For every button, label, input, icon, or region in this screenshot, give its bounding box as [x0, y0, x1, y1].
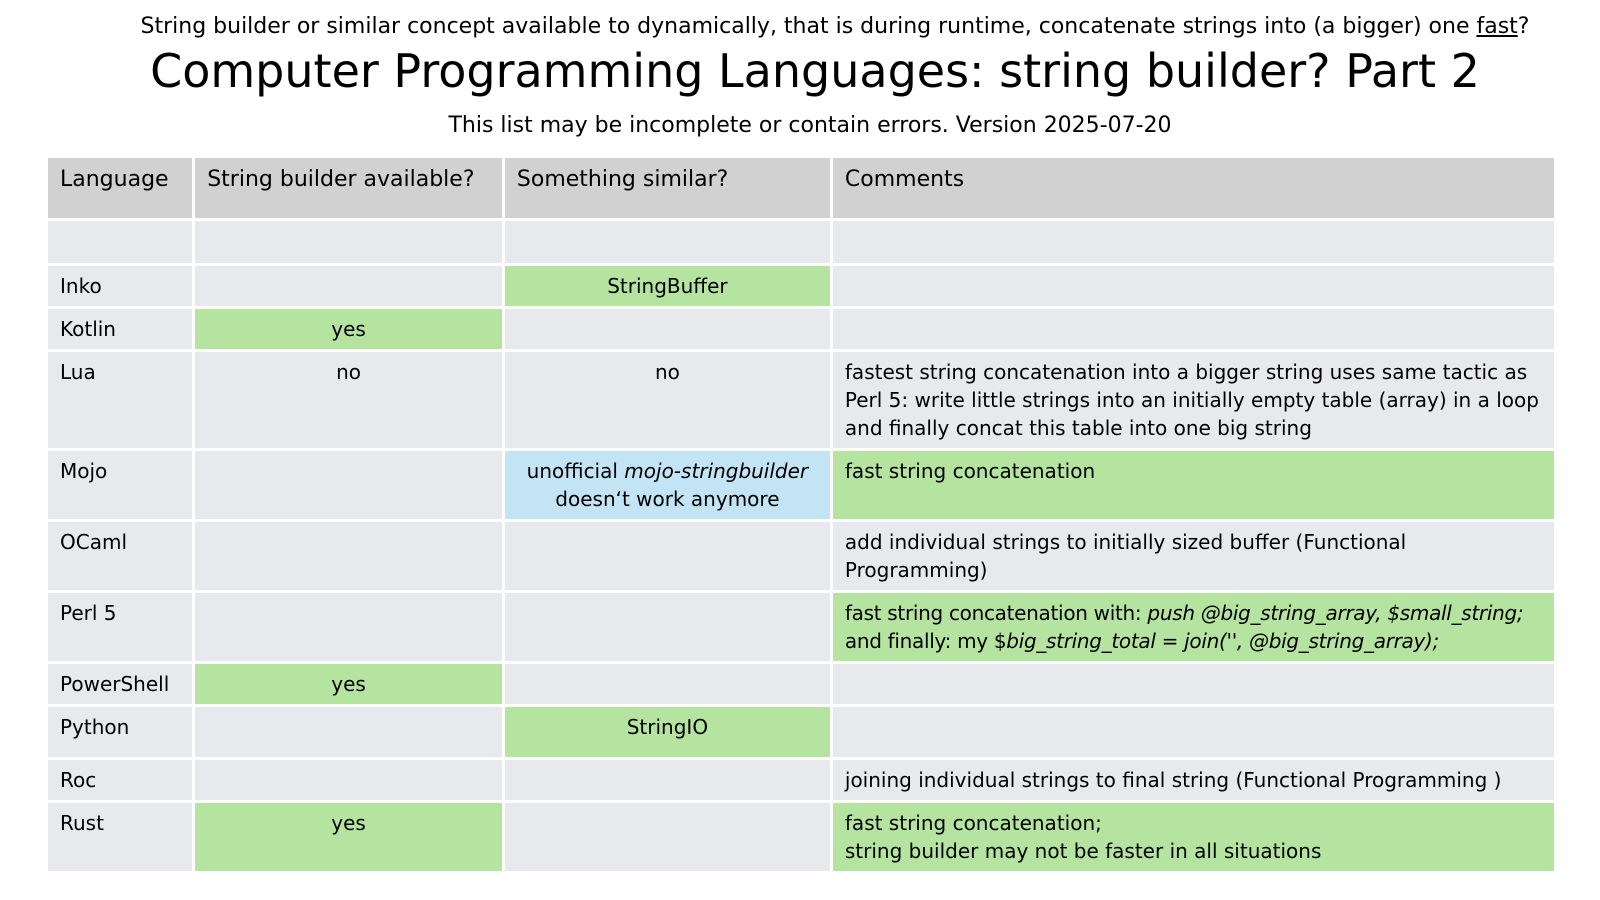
- cell-similar: no: [504, 352, 830, 448]
- table-header-row: Language String builder available? Somet…: [48, 158, 1554, 218]
- cell-similar: unofficial mojo-stringbuilder doesn‘t wor…: [504, 451, 830, 519]
- cell-comments: fast string concatenation: [832, 451, 1554, 519]
- similar-prefix: unofficial: [526, 459, 625, 483]
- table-row: PowerShell yes: [48, 664, 1554, 704]
- cell-language: PowerShell: [48, 664, 193, 704]
- cell-builder: yes: [195, 664, 502, 704]
- similar-package-name: mojo-stringbuilder: [624, 459, 809, 483]
- table-row: Kotlin yes: [48, 309, 1554, 349]
- table-row: Mojo unofficial mojo-stringbuilder doesn‘…: [48, 451, 1554, 519]
- cell-language: OCaml: [48, 522, 193, 590]
- cell-comments: fast string concatenation; string builder…: [832, 803, 1554, 871]
- cell-language: Rust: [48, 803, 193, 871]
- column-header-comments: Comments: [832, 158, 1554, 218]
- column-header-builder: String builder available?: [195, 158, 502, 218]
- cell-language: Roc: [48, 760, 193, 800]
- comment-line-2: string builder may not be faster in all …: [844, 839, 1322, 863]
- cell-similar: StringIO: [504, 707, 830, 757]
- table-row: [48, 221, 1554, 263]
- comment-line-1: fast string concatenation with:: [844, 601, 1148, 625]
- table-row: OCaml add individual strings to initiall…: [48, 522, 1554, 590]
- cell-builder: [195, 522, 502, 590]
- cell-comments: [832, 221, 1554, 263]
- subtitle-text: String builder or similar concept availa…: [140, 14, 1477, 39]
- cell-comments: fast string concatenation with: push @bi…: [832, 593, 1554, 661]
- cell-builder: [195, 760, 502, 800]
- cell-comments: [832, 266, 1554, 306]
- page-title: Computer Programming Languages: string b…: [150, 44, 1480, 98]
- version-note: This list may be incomplete or contain e…: [448, 113, 1172, 138]
- cell-similar: [504, 221, 830, 263]
- table-row: Lua no no fastest string concatenation i…: [48, 352, 1554, 448]
- cell-language: Python: [48, 707, 193, 757]
- cell-builder: yes: [195, 803, 502, 871]
- cell-comments: [832, 707, 1554, 757]
- cell-similar: [504, 522, 830, 590]
- column-header-language: Language: [48, 158, 193, 218]
- comment-line-2: and finally: my $: [844, 629, 1007, 653]
- cell-builder: [195, 451, 502, 519]
- table-row: Inko StringBuffer: [48, 266, 1554, 306]
- cell-similar: [504, 760, 830, 800]
- comment-code-1: push @big_string_array, $small_string;: [1147, 601, 1524, 625]
- table-row: Roc joining individual strings to final …: [48, 760, 1554, 800]
- column-header-similar: Something similar?: [504, 158, 830, 218]
- cell-similar: StringBuffer: [504, 266, 830, 306]
- cell-language: Perl 5: [48, 593, 193, 661]
- cell-builder: [195, 593, 502, 661]
- cell-language: Kotlin: [48, 309, 193, 349]
- cell-similar: [504, 803, 830, 871]
- cell-comments: joining individual strings to final stri…: [832, 760, 1554, 800]
- cell-comments: fastest string concatenation into a bigg…: [832, 352, 1554, 448]
- cell-similar: [504, 309, 830, 349]
- cell-builder: [195, 221, 502, 263]
- fast-link[interactable]: fast: [1476, 14, 1517, 39]
- similar-suffix: doesn‘t work anymore: [555, 487, 780, 511]
- cell-similar: [504, 664, 830, 704]
- cell-language: Inko: [48, 266, 193, 306]
- cell-builder: yes: [195, 309, 502, 349]
- page-subtitle: String builder or similar concept availa…: [0, 14, 1600, 39]
- cell-comments: [832, 309, 1554, 349]
- cell-similar: [504, 593, 830, 661]
- table-row: Rust yes fast string concatenation; strin…: [48, 803, 1554, 871]
- table-row: Perl 5 fast string concatenation with: p…: [48, 593, 1554, 661]
- comment-line-1: fast string concatenation;: [844, 811, 1102, 835]
- cell-comments: [832, 664, 1554, 704]
- languages-table: Language String builder available? Somet…: [45, 155, 1557, 874]
- cell-builder: [195, 266, 502, 306]
- cell-language: Mojo: [48, 451, 193, 519]
- cell-builder: [195, 707, 502, 757]
- comment-code-2: big_string_total = join('', @big_string_…: [1006, 629, 1439, 653]
- cell-language: Lua: [48, 352, 193, 448]
- cell-builder: no: [195, 352, 502, 448]
- cell-language: [48, 221, 193, 263]
- cell-comments: add individual strings to initially size…: [832, 522, 1554, 590]
- subtitle-end: ?: [1517, 14, 1530, 39]
- table-row: Python StringIO: [48, 707, 1554, 757]
